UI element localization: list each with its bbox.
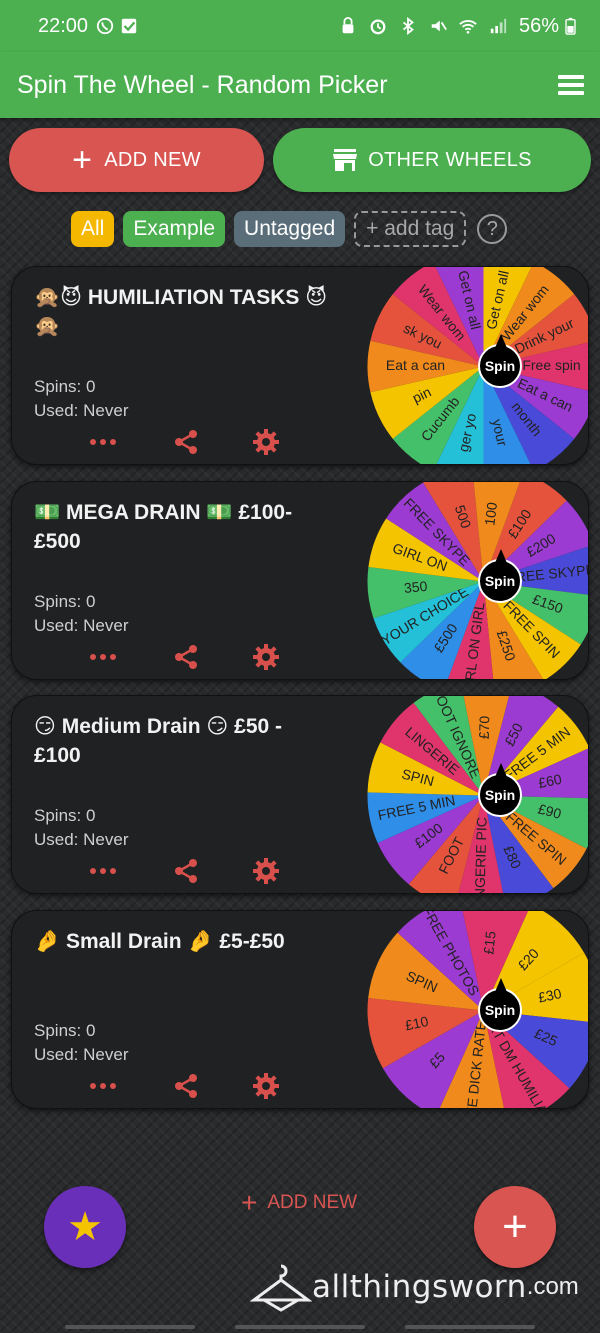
add-tag-button[interactable]: + add tag <box>354 211 467 247</box>
tag-all[interactable]: All <box>71 211 115 247</box>
wheel-used: Used: Never <box>34 830 129 849</box>
plus-icon: + <box>72 141 93 179</box>
wheel-stats: Spins: 0 Used: Never <box>34 1019 128 1067</box>
other-wheels-button[interactable]: OTHER WHEELS <box>273 128 591 192</box>
app-title: Spin The Wheel - Random Picker <box>17 70 388 99</box>
spin-button[interactable]: Spin <box>478 334 522 388</box>
gear-icon[interactable] <box>246 853 286 889</box>
whatsapp-icon <box>96 17 114 35</box>
app-bar: Spin The Wheel - Random Picker <box>0 52 600 118</box>
add-new-label: ADD NEW <box>104 148 201 171</box>
gear-icon[interactable] <box>246 639 286 675</box>
wheel-segment-label: Eat a can <box>386 357 445 373</box>
star-icon: ★ <box>67 1205 103 1249</box>
alarm-icon <box>370 19 386 35</box>
wheel-actions <box>12 424 372 460</box>
plus-icon: + <box>241 1187 258 1218</box>
add-fab-button[interactable]: + <box>474 1186 556 1268</box>
wheel-used: Used: Never <box>34 1045 129 1064</box>
help-icon[interactable]: ? <box>477 214 508 244</box>
wheel-name: 🙊😈 HUMILIATION TASKS 😈🙊 <box>34 286 328 338</box>
battery-icon <box>565 17 576 35</box>
system-nav-bar <box>0 1321 600 1333</box>
tag-filter-bar: All Example Untagged + add tag ? <box>71 211 508 247</box>
wheel-name: 😏 Medium Drain 😏 £50 - £100 <box>34 715 283 767</box>
favorites-star-button[interactable]: ★ <box>44 1186 126 1268</box>
checkbox-notification-icon <box>121 18 137 34</box>
top-buttons: + ADD NEW OTHER WHEELS <box>9 128 591 192</box>
tag-example[interactable]: Example <box>123 211 226 247</box>
status-icons: 56% <box>339 15 582 38</box>
watermark-tld: .com <box>526 1273 579 1300</box>
mute-icon <box>431 20 447 32</box>
wheel-segment-label: £70 <box>476 715 493 739</box>
battery-percent: 56% <box>518 14 559 37</box>
wheel-stats: Spins: 0 Used: Never <box>34 590 128 638</box>
share-icon[interactable] <box>166 639 206 675</box>
spin-button[interactable]: Spin <box>478 763 522 817</box>
wheel-stats: Spins: 0 Used: Never <box>34 375 128 423</box>
share-icon[interactable] <box>166 424 206 460</box>
signal-icon <box>490 18 507 34</box>
wheel-actions <box>12 853 372 889</box>
wheel-actions <box>12 639 372 675</box>
wheel-stats: Spins: 0 Used: Never <box>34 804 128 852</box>
wheel-card[interactable]: 💵 MEGA DRAIN 💵 £100-£500 Spins: 0 Used: … <box>11 481 589 680</box>
watermark-name: allthingsworn <box>312 1269 527 1305</box>
wheel-actions <box>12 1068 372 1104</box>
wheel-segment-label: Free spin <box>522 357 580 373</box>
wheel-name: 💵 MEGA DRAIN 💵 £100-£500 <box>34 501 293 553</box>
plus-icon: + <box>502 1202 528 1251</box>
gear-icon[interactable] <box>246 424 286 460</box>
wheel-card[interactable]: 🙊😈 HUMILIATION TASKS 😈🙊 Spins: 0 Used: N… <box>11 266 589 465</box>
wheel-used: Used: Never <box>34 401 129 420</box>
wheel-spins: Spins: 0 <box>34 1021 96 1040</box>
add-new-button[interactable]: + ADD NEW <box>9 128 264 192</box>
share-icon[interactable] <box>166 853 206 889</box>
wheel-name: 🤌 Small Drain 🤌 £5-£50 <box>34 930 285 953</box>
wheel-card[interactable]: 😏 Medium Drain 😏 £50 - £100 Spins: 0 Use… <box>11 695 589 894</box>
wheel-segment-label: £15 <box>480 930 498 955</box>
status-time: 22:00 <box>38 14 89 37</box>
wheel-segment-label: 350 <box>403 578 428 596</box>
wheel-spins: Spins: 0 <box>34 806 96 825</box>
spin-button[interactable]: Spin <box>478 549 522 603</box>
watermark: allthingsworn .com <box>250 1262 579 1312</box>
spin-button[interactable]: Spin <box>478 978 522 1032</box>
store-icon <box>333 149 358 171</box>
wheel-used: Used: Never <box>34 616 129 635</box>
other-wheels-label: OTHER WHEELS <box>368 148 532 171</box>
more-options-icon[interactable] <box>83 1068 123 1104</box>
bottom-add-new-button[interactable]: + ADD NEW <box>241 1187 357 1219</box>
wheel-card[interactable]: 🤌 Small Drain 🤌 £5-£50 Spins: 0 Used: Ne… <box>11 910 589 1109</box>
hamburger-menu-icon[interactable] <box>558 75 584 95</box>
hanger-logo-icon <box>250 1264 312 1312</box>
more-options-icon[interactable] <box>83 639 123 675</box>
wheel-segment-label: 100 <box>481 501 500 526</box>
bottom-add-new-label: ADD NEW <box>267 1192 358 1213</box>
gear-icon[interactable] <box>246 1068 286 1104</box>
wifi-icon <box>459 20 477 34</box>
more-options-icon[interactable] <box>83 424 123 460</box>
bluetooth-icon <box>402 17 414 35</box>
status-bar: 22:00 56% <box>0 0 600 52</box>
wheel-spins: Spins: 0 <box>34 377 96 396</box>
lock-icon <box>342 17 354 34</box>
more-options-icon[interactable] <box>83 853 123 889</box>
wheel-spins: Spins: 0 <box>34 592 96 611</box>
share-icon[interactable] <box>166 1068 206 1104</box>
tag-untagged[interactable]: Untagged <box>234 211 346 247</box>
